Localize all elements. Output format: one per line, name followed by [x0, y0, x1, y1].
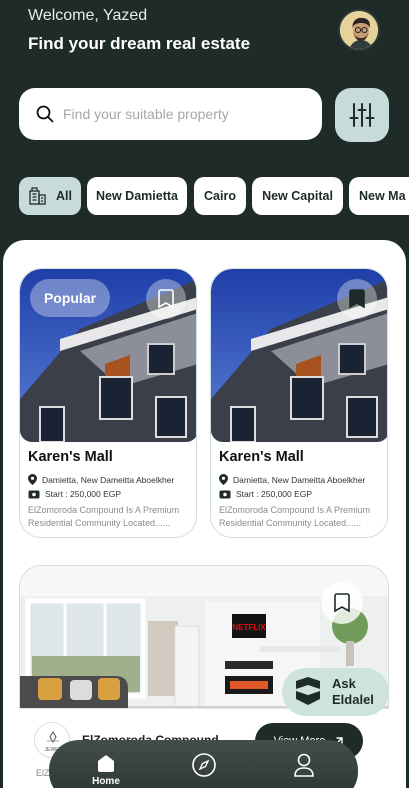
card-location: Damietta, New Dameitta Aboelkher	[28, 474, 174, 485]
card-title: Karen's Mall	[28, 449, 113, 465]
chip-label: All	[56, 189, 72, 203]
chip-label: Cairo	[204, 189, 236, 203]
location-pin-icon	[28, 474, 37, 485]
chip-new-damietta[interactable]: New Damietta	[87, 177, 187, 215]
nav-profile[interactable]	[289, 740, 319, 788]
chip-label: New Capital	[262, 189, 333, 203]
location-pin-icon	[219, 474, 228, 485]
chip-label: New Ma	[359, 189, 406, 203]
search-icon	[36, 105, 54, 123]
card-price: Start : 250,000 EGP	[219, 489, 312, 499]
building-icon	[29, 187, 46, 205]
svg-text:NETFLIX: NETFLIX	[232, 623, 266, 632]
cash-icon	[219, 490, 231, 498]
sliders-icon	[349, 103, 375, 127]
bookmark-button[interactable]	[146, 279, 186, 319]
chip-cairo[interactable]: Cairo	[194, 177, 246, 215]
popular-badge: Popular	[30, 279, 110, 317]
bookmark-filled-icon	[349, 289, 365, 309]
cash-icon	[28, 490, 40, 498]
card-title: Karen's Mall	[219, 449, 304, 465]
nav-explore[interactable]	[189, 740, 219, 788]
property-card[interactable]: Karen's Mall Damietta, New Dameitta Aboe…	[210, 268, 388, 538]
location-text: Damietta, New Dameitta Aboelkher	[233, 474, 366, 485]
card-location: Damietta, New Dameitta Aboelkher	[219, 474, 365, 485]
card-description: ElZomoroda Compound Is A Premium Residen…	[219, 505, 371, 528]
ask-label: Ask Eldalel	[332, 676, 374, 708]
property-card[interactable]: Popular Karen's Mall Damietta, New Damei…	[19, 268, 197, 538]
featured-subtitle: ElZ	[36, 768, 50, 778]
chip-all[interactable]: All	[19, 177, 81, 215]
chip-new-capital[interactable]: New Capital	[252, 177, 343, 215]
welcome-text: Welcome, Yazed	[28, 7, 148, 24]
bottom-nav: Home	[49, 740, 358, 788]
header: Welcome, Yazed Find your dream real esta…	[0, 0, 409, 240]
search-input[interactable]	[63, 102, 303, 126]
ask-label-line2: Eldalel	[332, 692, 374, 707]
price-text: Start : 250,000 EGP	[236, 489, 313, 499]
card-price: Start : 250,000 EGP	[28, 489, 121, 499]
bookmark-button[interactable]	[337, 279, 377, 319]
search-bar[interactable]	[19, 88, 322, 140]
card-description: ElZomoroda Compound Is A Premium Residen…	[28, 505, 180, 528]
user-icon	[294, 753, 314, 777]
bookmark-button[interactable]	[321, 582, 363, 624]
eldalel-logo-icon	[296, 677, 320, 705]
filter-button[interactable]	[335, 88, 389, 142]
bookmark-icon	[334, 593, 350, 613]
nav-home[interactable]: Home	[83, 740, 129, 788]
chip-label: New Damietta	[96, 189, 178, 203]
compass-icon	[192, 753, 216, 777]
home-icon	[98, 755, 114, 772]
bookmark-icon	[158, 289, 174, 309]
nav-home-label: Home	[92, 776, 120, 787]
ask-label-line1: Ask	[332, 676, 356, 691]
price-text: Start : 250,000 EGP	[45, 489, 122, 499]
location-text: Damietta, New Dameitta Aboelkher	[42, 474, 175, 485]
ask-eldalel-button[interactable]: Ask Eldalel	[282, 668, 389, 716]
page-title: Find your dream real estate	[28, 34, 251, 53]
chip-new-ma[interactable]: New Ma	[349, 177, 409, 215]
category-chips: All New Damietta Cairo New Capital New M…	[19, 177, 409, 215]
avatar-image	[340, 11, 378, 49]
avatar[interactable]	[338, 9, 380, 51]
